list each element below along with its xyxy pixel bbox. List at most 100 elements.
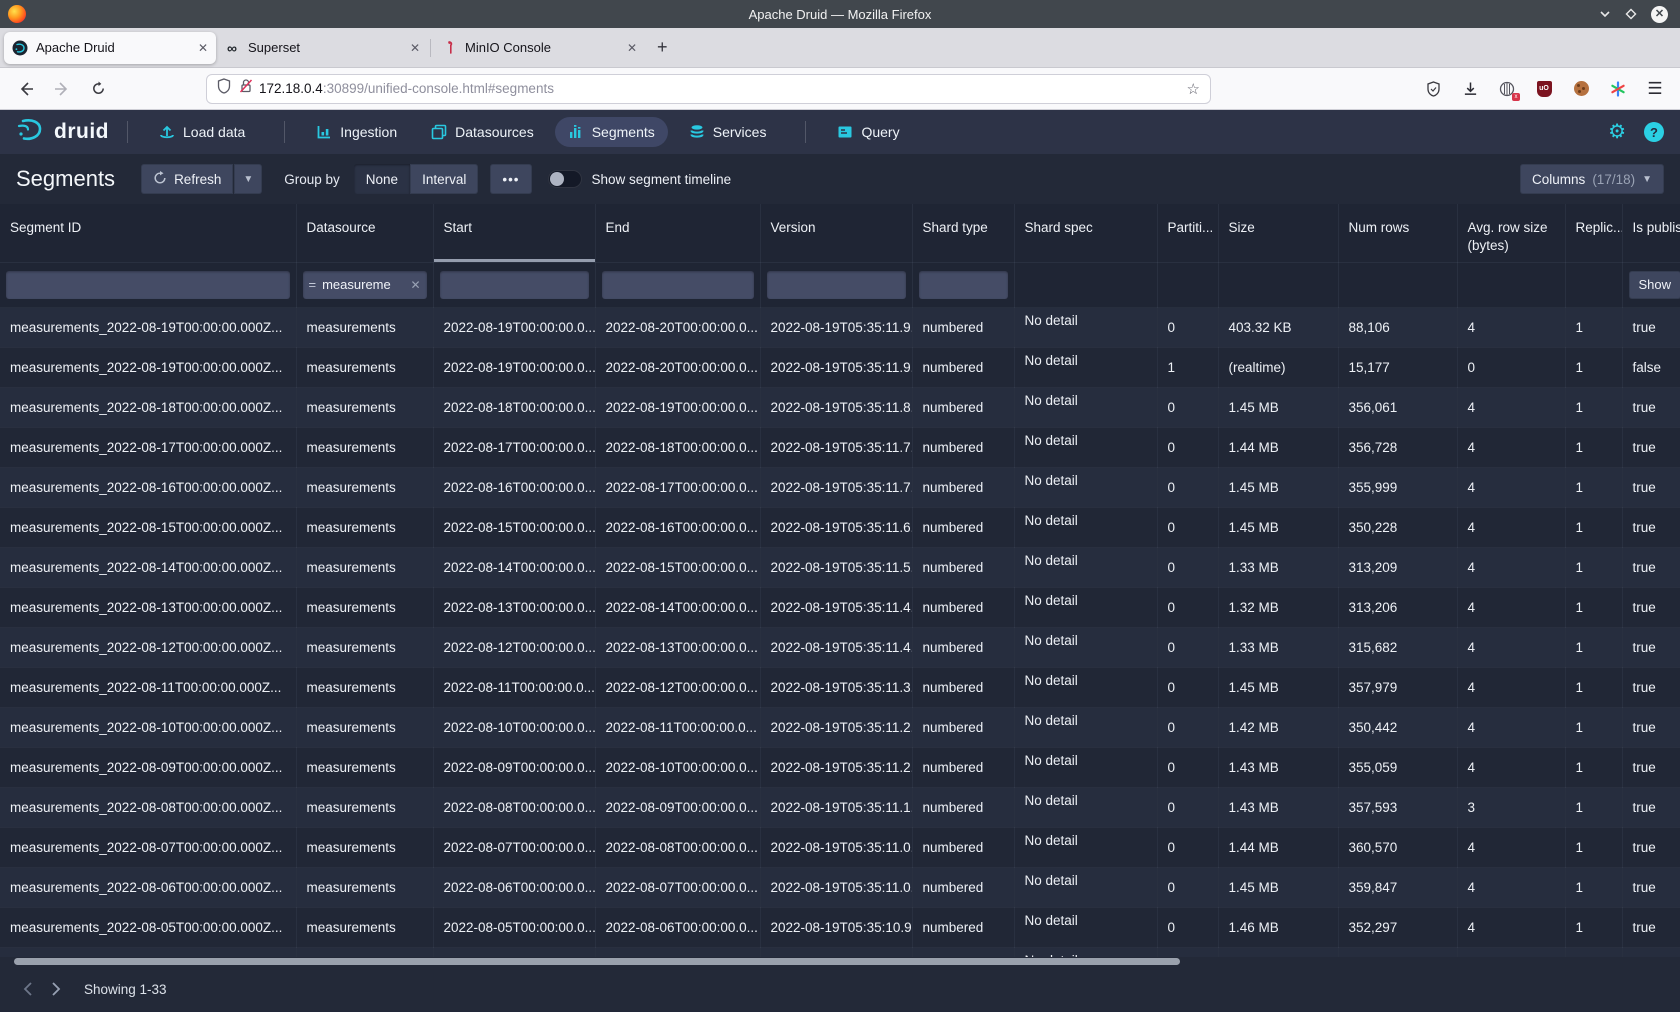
cell-size[interactable]: (realtime) (1218, 347, 1338, 387)
cell-size[interactable]: 1.45 MB (1218, 867, 1338, 907)
cell-end[interactable]: 2022-08-11T00:00:00.0... (595, 707, 760, 747)
cell-avg-row-size[interactable]: 4 (1457, 387, 1565, 427)
tab-close-icon[interactable]: ✕ (410, 41, 420, 55)
cell-size[interactable]: 1.43 MB (1218, 787, 1338, 827)
column-filter-input[interactable] (440, 271, 589, 299)
cell-datasource[interactable]: measurements (296, 547, 433, 587)
cell-num-rows[interactable]: 359,847 (1338, 867, 1457, 907)
datasource-filter-chip[interactable]: =measureme✕ (303, 271, 427, 299)
close-icon[interactable]: ✕ (1651, 6, 1668, 23)
column-header[interactable]: Is published (1622, 204, 1680, 262)
cell-num-rows[interactable]: 350,442 (1338, 707, 1457, 747)
column-filter-input[interactable] (919, 271, 1008, 299)
nav-item-query[interactable]: Query (824, 117, 912, 147)
cell-segment-id[interactable] (0, 947, 296, 957)
cell-avg-row-size[interactable]: 4 (1457, 747, 1565, 787)
new-tab-button[interactable]: + (645, 37, 680, 58)
cell-start[interactable]: 2022-08-08T00:00:00.0... (433, 787, 595, 827)
cell-datasource[interactable]: measurements (296, 827, 433, 867)
cell-version[interactable]: 2022-08-19T05:35:11.4... (760, 627, 912, 667)
show-filter-button[interactable]: Show (1629, 271, 1680, 299)
cell-shard-type[interactable]: numbered (912, 467, 1014, 507)
cell-is-published[interactable]: true (1622, 627, 1680, 667)
cell-is-published[interactable]: true (1622, 907, 1680, 947)
maximize-icon[interactable] (1625, 8, 1637, 20)
cell-avg-row-size[interactable]: 4 (1457, 507, 1565, 547)
nav-item-services[interactable]: Services (676, 117, 780, 147)
cell-partition[interactable]: 0 (1157, 507, 1218, 547)
cell-end[interactable]: 2022-08-12T00:00:00.0... (595, 667, 760, 707)
cell-shard-type[interactable]: numbered (912, 347, 1014, 387)
cell-shard-spec[interactable]: No detail (1014, 907, 1157, 947)
cell-num-rows[interactable]: 360,570 (1338, 827, 1457, 867)
column-header[interactable]: Partiti... (1157, 204, 1218, 262)
cell-shard-spec[interactable]: No detail (1014, 867, 1157, 907)
insecure-lock-icon[interactable] (239, 78, 253, 99)
table-row[interactable]: measurements_2022-08-16T00:00:00.000Z...… (0, 467, 1680, 507)
ublock-icon[interactable]: uO (1535, 80, 1553, 98)
cell-avg-row-size[interactable]: 4 (1457, 707, 1565, 747)
cell-partition[interactable]: 0 (1157, 587, 1218, 627)
cell-end[interactable]: 2022-08-06T00:00:00.0... (595, 907, 760, 947)
cell-avg-row-size[interactable]: 4 (1457, 587, 1565, 627)
next-page-icon[interactable] (42, 975, 70, 1003)
column-header[interactable]: End (595, 204, 760, 262)
cell-datasource[interactable]: measurements (296, 747, 433, 787)
cell-end[interactable]: 2022-08-14T00:00:00.0... (595, 587, 760, 627)
previous-page-icon[interactable] (14, 975, 42, 1003)
cell-replicas[interactable]: 1 (1565, 867, 1622, 907)
table-row[interactable]: measurements_2022-08-12T00:00:00.000Z...… (0, 627, 1680, 667)
refresh-button[interactable]: Refresh (141, 164, 233, 194)
cell-end[interactable]: 2022-08-18T00:00:00.0... (595, 427, 760, 467)
cell-partition[interactable]: 0 (1157, 387, 1218, 427)
cell-num-rows[interactable] (1338, 947, 1457, 957)
cell-datasource[interactable] (296, 947, 433, 957)
cell-datasource[interactable]: measurements (296, 387, 433, 427)
tab-superset[interactable]: ∞ Superset ✕ (216, 32, 428, 64)
nav-item-ingestion[interactable]: Ingestion (303, 117, 410, 147)
cell-shard-type[interactable]: numbered (912, 667, 1014, 707)
cell-avg-row-size[interactable]: 4 (1457, 667, 1565, 707)
cell-shard-spec[interactable]: No detail (1014, 627, 1157, 667)
reload-icon[interactable] (84, 75, 112, 103)
cell-is-published[interactable]: true (1622, 827, 1680, 867)
column-filter-input[interactable] (767, 271, 906, 299)
cell-shard-type[interactable]: numbered (912, 387, 1014, 427)
cell-end[interactable]: 2022-08-10T00:00:00.0... (595, 747, 760, 787)
cell-is-published[interactable]: true (1622, 867, 1680, 907)
cell-size[interactable]: 1.45 MB (1218, 387, 1338, 427)
cell-segment-id[interactable]: measurements_2022-08-19T00:00:00.000Z... (0, 307, 296, 347)
table-row[interactable]: No detail (0, 947, 1680, 957)
protections-shield-icon[interactable] (1424, 80, 1442, 98)
cell-start[interactable]: 2022-08-06T00:00:00.0... (433, 867, 595, 907)
cell-partition[interactable]: 0 (1157, 907, 1218, 947)
menu-icon[interactable]: ☰ (1646, 80, 1664, 98)
cell-start[interactable]: 2022-08-17T00:00:00.0... (433, 427, 595, 467)
cell-replicas[interactable]: 1 (1565, 907, 1622, 947)
cell-avg-row-size[interactable]: 4 (1457, 867, 1565, 907)
cell-is-published[interactable]: true (1622, 707, 1680, 747)
cell-num-rows[interactable]: 315,682 (1338, 627, 1457, 667)
cell-datasource[interactable]: measurements (296, 627, 433, 667)
cell-shard-type[interactable]: numbered (912, 787, 1014, 827)
back-icon[interactable] (12, 75, 40, 103)
cell-segment-id[interactable]: measurements_2022-08-13T00:00:00.000Z... (0, 587, 296, 627)
cell-size[interactable]: 1.44 MB (1218, 427, 1338, 467)
cell-is-published[interactable]: false (1622, 347, 1680, 387)
tab-close-icon[interactable]: ✕ (198, 41, 208, 55)
cell-segment-id[interactable]: measurements_2022-08-18T00:00:00.000Z... (0, 387, 296, 427)
multi-account-icon[interactable] (1609, 80, 1627, 98)
cell-start[interactable]: 2022-08-16T00:00:00.0... (433, 467, 595, 507)
table-row[interactable]: measurements_2022-08-06T00:00:00.000Z...… (0, 867, 1680, 907)
column-header[interactable]: Avg. row size (bytes) (1457, 204, 1565, 262)
help-icon[interactable]: ? (1644, 122, 1664, 142)
cell-end[interactable] (595, 947, 760, 957)
cell-shard-spec[interactable]: No detail (1014, 307, 1157, 347)
cell-shard-type[interactable]: numbered (912, 907, 1014, 947)
more-options-button[interactable]: ••• (490, 164, 531, 194)
cell-size[interactable]: 403.32 KB (1218, 307, 1338, 347)
cell-segment-id[interactable]: measurements_2022-08-10T00:00:00.000Z... (0, 707, 296, 747)
cell-start[interactable]: 2022-08-09T00:00:00.0... (433, 747, 595, 787)
cell-start[interactable] (433, 947, 595, 957)
cell-size[interactable]: 1.45 MB (1218, 467, 1338, 507)
